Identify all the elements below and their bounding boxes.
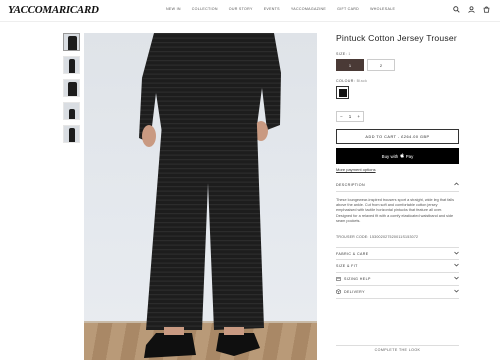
accordion-delivery-label: DELIVERY (344, 290, 365, 295)
brand-logo[interactable]: YACCOMARICARD (8, 4, 99, 16)
thumbnail-4[interactable] (63, 102, 80, 120)
accordion-fabric-care[interactable]: FABRIC & CARE (336, 247, 459, 261)
header-icons (453, 6, 490, 15)
size-option-1[interactable]: 1 (336, 59, 364, 71)
product-code: TROUSER CODE: 153002027520011S153072 (336, 235, 419, 240)
pay-brand-label: Pay (405, 153, 414, 159)
accordion-fabric-care-label: FABRIC & CARE (336, 251, 369, 256)
thumbnail-3[interactable] (63, 79, 80, 97)
thumbnail-5[interactable] (63, 125, 80, 143)
accordion-delivery[interactable]: DELIVERY (336, 286, 459, 300)
more-payment-options-link[interactable]: More payment options (336, 167, 459, 172)
thumbnail-strip (63, 33, 81, 148)
nav-item-collection[interactable]: COLLECTION (192, 7, 218, 11)
nav-item-events[interactable]: EVENTS (264, 7, 280, 11)
main-nav: NEW IN COLLECTION OUR STORY EVENTS YACCO… (166, 7, 395, 11)
search-icon[interactable] (453, 6, 460, 15)
qty-plus-button[interactable]: + (354, 112, 363, 121)
site-header: YACCOMARICARD NEW IN COLLECTION OUR STOR… (0, 0, 500, 22)
cart-icon[interactable] (483, 6, 490, 15)
nav-item-new-in[interactable]: NEW IN (166, 7, 181, 11)
accordion-size-fit[interactable]: SIZE & FIT (336, 260, 459, 274)
colour-swatch-black[interactable] (336, 86, 349, 99)
accordion-size-fit-label: SIZE & FIT (336, 264, 358, 269)
product-title: Pintuck Cotton Jersey Trouser (336, 33, 457, 43)
model-figure (139, 33, 281, 358)
divider (336, 345, 459, 346)
accordion-description[interactable]: DESCRIPTION (336, 179, 459, 192)
size-value: 1 (348, 52, 351, 56)
accordion-description-label: DESCRIPTION (336, 183, 365, 187)
colour-label: COLOUR: Black (336, 79, 368, 83)
account-icon[interactable] (468, 6, 475, 15)
buy-with-label: Buy with (381, 153, 399, 159)
size-label: SIZE: 1 (336, 52, 351, 56)
add-to-cart-button[interactable]: ADD TO CART - £264.00 GBP (336, 129, 459, 144)
colour-value: Black (356, 79, 368, 83)
product-description: These loungewear-inspired trousers sport… (336, 198, 454, 223)
qty-value[interactable]: 1 (346, 112, 355, 121)
chevron-down-icon (454, 263, 459, 269)
thumbnail-2[interactable] (63, 56, 80, 74)
nav-item-gift-card[interactable]: GIFT CARD (337, 7, 359, 11)
ruler-icon (336, 277, 341, 282)
chevron-up-icon (454, 182, 459, 188)
apple-icon (400, 153, 405, 159)
product-info-panel: Pintuck Cotton Jersey Trouser SIZE: 1 1 … (336, 33, 459, 300)
qty-minus-button[interactable]: − (337, 112, 346, 121)
delivery-icon (336, 289, 341, 295)
nav-item-our-story[interactable]: OUR STORY (229, 7, 253, 11)
size-selector: 1 2 (336, 59, 459, 71)
chevron-down-icon (454, 251, 459, 257)
quantity-stepper: − 1 + (336, 111, 364, 122)
nav-item-yaccomagazine[interactable]: YACCOMAGAZINE (291, 7, 326, 11)
accordion-sizing-help[interactable]: SIZING HELP (336, 273, 459, 287)
apple-pay-button[interactable]: Buy with Pay (336, 148, 459, 164)
product-main-image[interactable] (84, 33, 317, 360)
nav-item-wholesale[interactable]: WHOLESALE (370, 7, 395, 11)
accordion-sizing-help-label: SIZING HELP (344, 277, 371, 282)
chevron-down-icon (454, 289, 459, 295)
thumbnail-1[interactable] (63, 33, 80, 51)
complete-the-look-heading: COMPLETE THE LOOK (374, 348, 421, 352)
size-option-2[interactable]: 2 (367, 59, 395, 71)
chevron-down-icon (454, 276, 459, 282)
